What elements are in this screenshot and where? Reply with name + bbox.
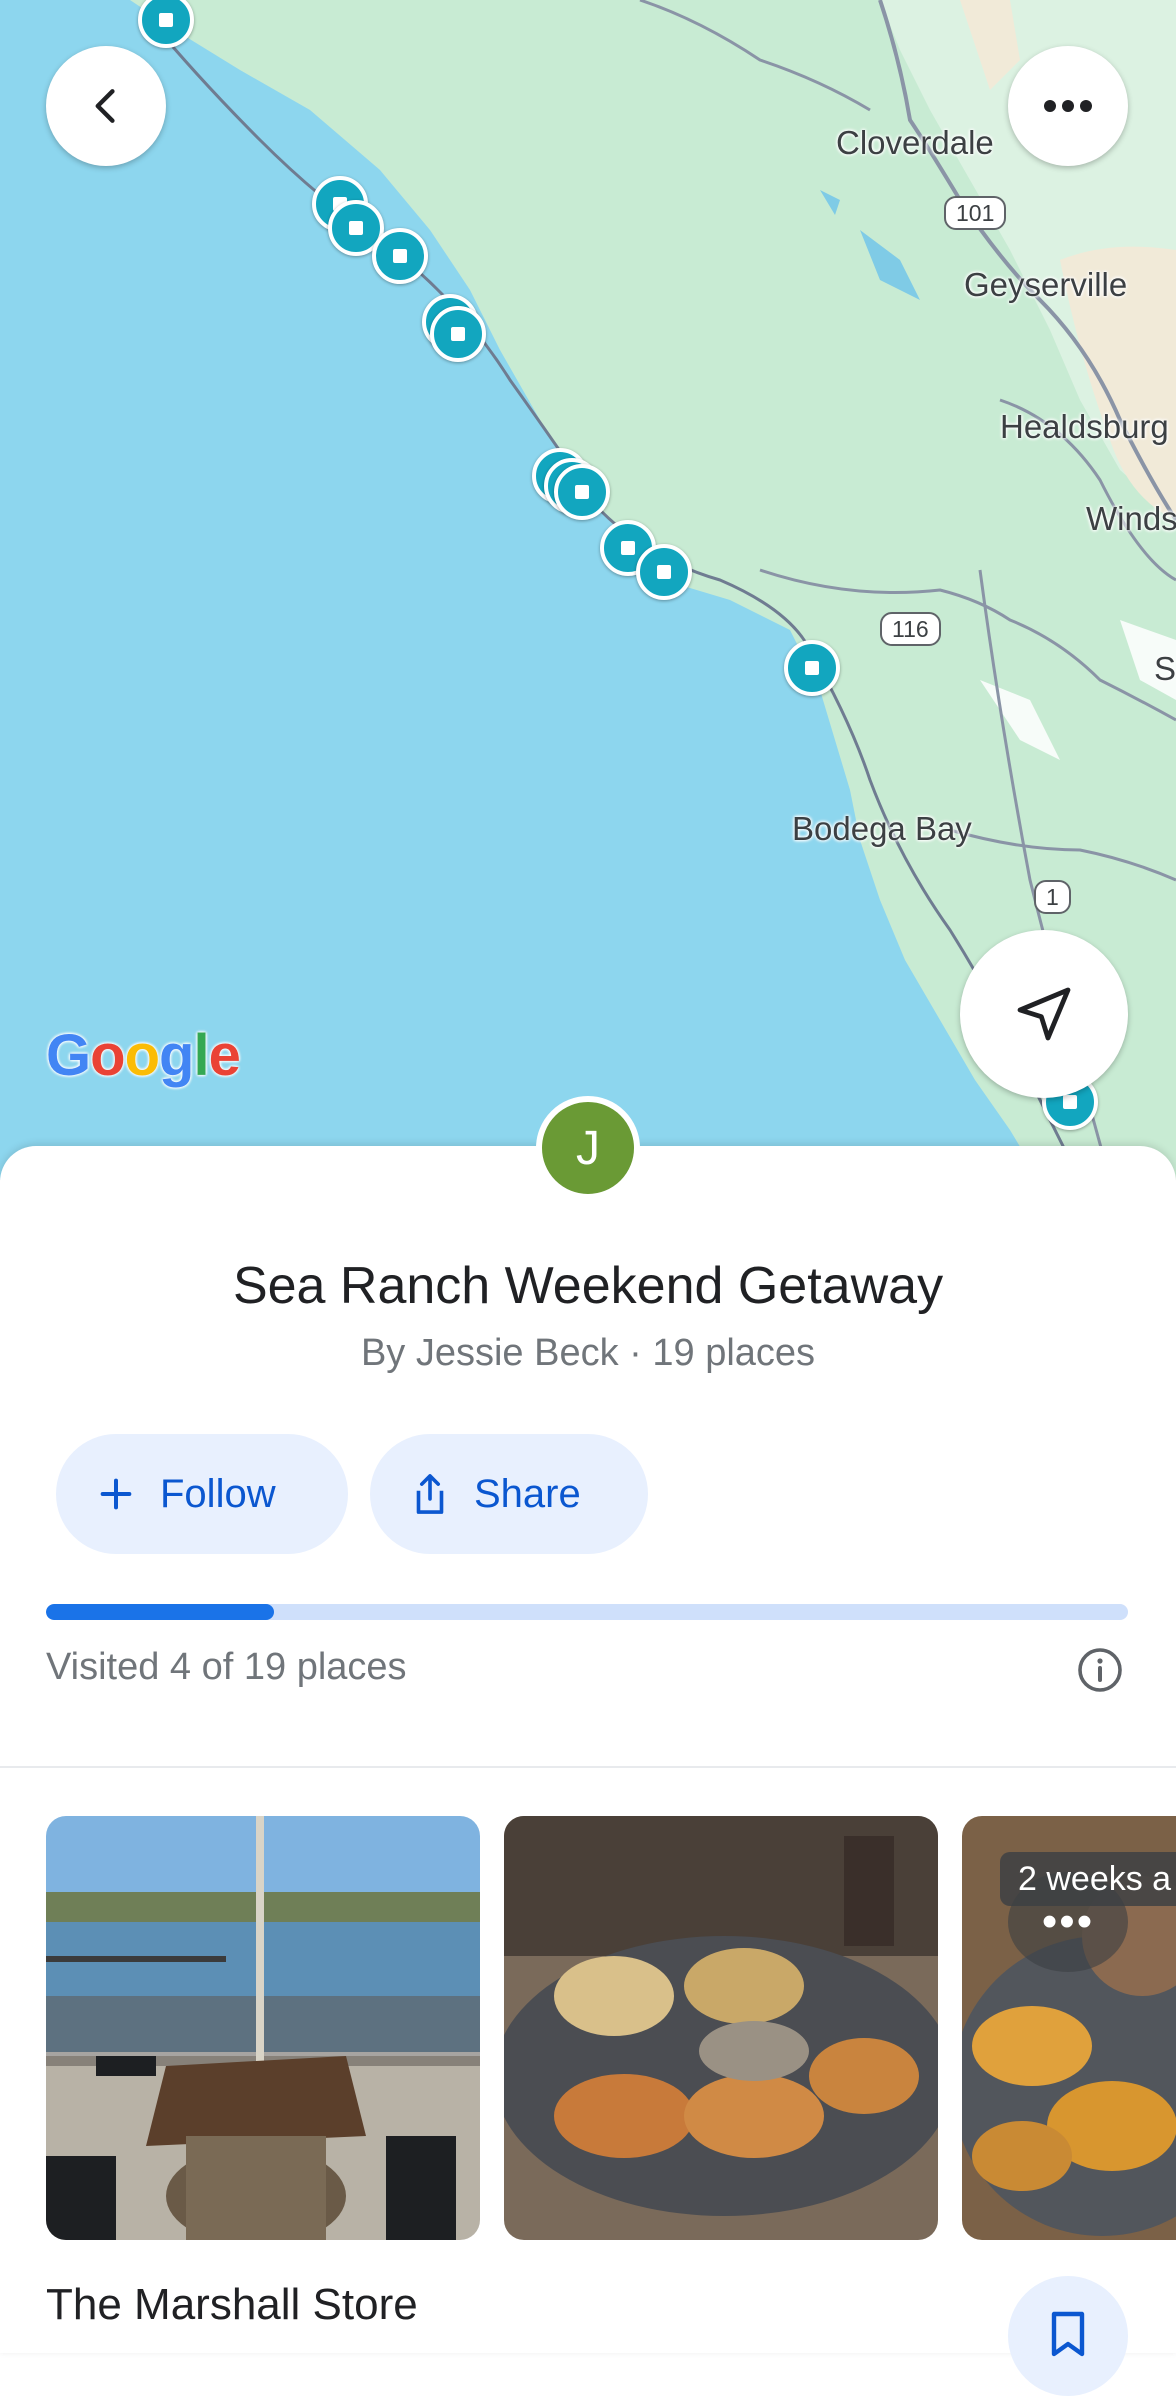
map-label-healdsburg: Healdsburg [1000, 408, 1169, 445]
route-shield-1: 1 [1034, 880, 1071, 914]
map-label-geyserville: Geyserville [964, 266, 1128, 303]
follow-button[interactable]: Follow [56, 1434, 348, 1554]
share-label: Share [474, 1471, 581, 1516]
follow-label: Follow [160, 1471, 276, 1516]
bookmark-icon [1051, 2311, 1085, 2357]
navigate-button[interactable] [960, 930, 1128, 1098]
back-button[interactable] [46, 46, 166, 166]
chevron-left-icon [95, 89, 115, 123]
visited-progress-bar [46, 1604, 1128, 1620]
plus-icon [96, 1474, 136, 1514]
map-label-cloverdale: Cloverdale [836, 124, 994, 161]
place-photo-waterfront[interactable] [46, 1816, 480, 2240]
route-shield-116: 116 [880, 612, 941, 646]
route-shield-101: 101 [944, 196, 1007, 230]
place-photo-oysters[interactable] [504, 1816, 938, 2240]
map-pin[interactable] [430, 306, 486, 362]
info-icon[interactable] [1076, 1646, 1124, 1699]
section-divider [0, 1766, 1176, 1768]
map-view[interactable]: Cloverdale Geyserville Healdsburg Winds … [0, 0, 1176, 1180]
author-avatar[interactable]: J [536, 1096, 640, 1200]
map-pin[interactable] [372, 228, 428, 284]
visited-progress-fill [46, 1604, 274, 1620]
more-options-button[interactable] [1008, 46, 1128, 166]
map-label-windsor: Winds [1086, 500, 1176, 537]
save-place-button[interactable] [1008, 2276, 1128, 2396]
list-title: Sea Ranch Weekend Getaway [232, 1257, 944, 1315]
map-label-santa-rosa: S [1154, 650, 1176, 687]
google-logo: Google [46, 1023, 241, 1088]
share-button[interactable]: Share [370, 1434, 648, 1554]
visited-count-text: Visited 4 of 19 places [46, 1646, 407, 1688]
map-label-bodega-bay: Bodega Bay [792, 810, 972, 847]
map-pin[interactable] [554, 464, 610, 520]
share-icon [410, 1471, 450, 1517]
photo-time-badge: 2 weeks a [1000, 1852, 1176, 1906]
place-name[interactable]: The Marshall Store [46, 2280, 418, 2330]
map-pin[interactable] [784, 640, 840, 696]
map-pin[interactable] [636, 544, 692, 600]
more-horizontal-icon [1044, 100, 1092, 112]
list-subtitle: By Jessie Beck · 19 places [360, 1332, 816, 1374]
navigation-arrow-icon [1017, 987, 1071, 1041]
